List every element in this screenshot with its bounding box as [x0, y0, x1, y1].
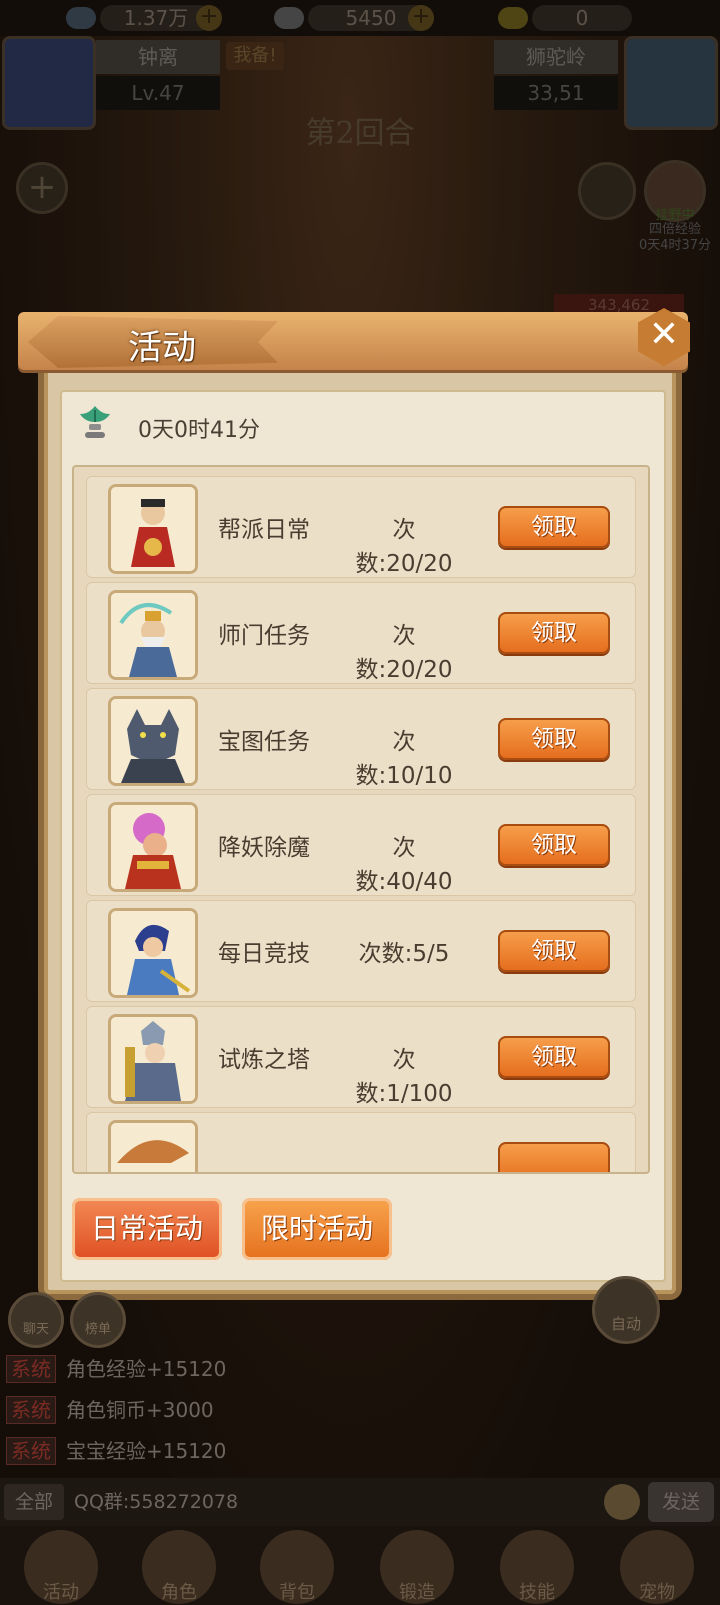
nav-character[interactable]: 角色 — [142, 1530, 216, 1604]
activity-count: 次数:10/10 — [355, 729, 453, 789]
warrior-avatar — [108, 908, 198, 998]
log-message: 宝宝经验+15120 — [66, 1439, 227, 1463]
log-message: 角色经验+15120 — [66, 1357, 227, 1381]
claim-button[interactable]: 领取 — [498, 1036, 610, 1078]
event-timer: 0天0时41分 — [138, 418, 260, 443]
claim-button[interactable]: 领取 — [498, 718, 610, 760]
close-icon: ✕ — [648, 314, 680, 355]
demon-avatar — [108, 802, 198, 892]
activity-row: 师门任务 次数:20/20 领取 — [86, 582, 636, 684]
activity-name: 每日竞技 — [218, 941, 310, 967]
panel-title: 活动 — [128, 328, 196, 368]
claim-button[interactable]: 领取 — [498, 506, 610, 548]
log-tag: 系统 — [6, 1396, 56, 1424]
log-line: 系统 宝宝经验+15120 — [0, 1432, 720, 1470]
tab-limited-activities[interactable]: 限时活动 — [242, 1198, 392, 1260]
chat-bar: 全部 QQ群:558272078 发送 — [0, 1478, 720, 1526]
log-tag: 系统 — [6, 1355, 56, 1383]
claim-button[interactable]: 领取 — [498, 824, 610, 866]
activity-list[interactable]: 帮派日常 次数:20/20 领取 师门任务 次数:20/20 领取 宝图任务 次… — [72, 465, 650, 1174]
rank-button[interactable]: 榜单 — [70, 1292, 126, 1348]
nav-label: 锻造 — [399, 1582, 435, 1603]
activity-name: 帮派日常 — [218, 517, 310, 543]
activity-row: 降妖除魔 次数:40/40 领取 — [86, 794, 636, 896]
nav-activity[interactable]: 活动 — [24, 1530, 98, 1604]
nav-pet[interactable]: 宠物 — [620, 1530, 694, 1604]
nav-forge[interactable]: 锻造 — [380, 1530, 454, 1604]
claim-button[interactable]: 领取 — [498, 612, 610, 654]
activity-name: 降妖除魔 — [218, 835, 310, 861]
chat-button[interactable]: 聊天 — [8, 1292, 64, 1348]
log-message: 角色铜币+3000 — [66, 1398, 214, 1422]
nav-label: 技能 — [519, 1582, 555, 1603]
dragon-avatar — [108, 1120, 198, 1172]
nav-skills[interactable]: 技能 — [500, 1530, 574, 1604]
activity-name: 师门任务 — [218, 623, 310, 649]
claim-button[interactable]: 领取 — [498, 930, 610, 972]
panel-title-bar: 活动 — [18, 312, 688, 370]
activity-row: 宝图任务 次数:10/10 领取 — [86, 688, 636, 790]
nav-label: 角色 — [161, 1582, 197, 1603]
activity-count: 次数:1/100 — [355, 1047, 453, 1107]
chat-channel-select[interactable]: 全部 — [4, 1484, 64, 1520]
general-avatar — [108, 1014, 198, 1104]
activity-count: 次数:20/20 — [355, 623, 453, 683]
activity-row: 每日竞技 次数:5/5 领取 — [86, 900, 636, 1002]
activity-row: 试炼之塔 次数:1/100 领取 — [86, 1006, 636, 1108]
activity-row: 帮派日常 次数:20/20 领取 — [86, 476, 636, 578]
send-button[interactable]: 发送 — [648, 1482, 714, 1522]
activity-row-partial — [86, 1112, 636, 1172]
lotus-icon — [80, 406, 110, 438]
activity-count: 次数:5/5 — [358, 941, 450, 967]
nav-label: 背包 — [279, 1582, 315, 1603]
log-line: 系统 角色铜币+3000 — [0, 1391, 720, 1429]
auto-button[interactable]: 自动 — [592, 1276, 660, 1344]
claim-button[interactable] — [498, 1142, 610, 1172]
activity-count: 次数:40/40 — [355, 835, 453, 895]
sage-avatar — [108, 484, 198, 574]
log-line: 系统 角色经验+15120 — [0, 1350, 720, 1388]
nav-label: 活动 — [43, 1582, 79, 1603]
emoji-icon[interactable] — [604, 1484, 640, 1520]
chat-input[interactable]: QQ群:558272078 — [74, 1484, 594, 1520]
elder-avatar — [108, 590, 198, 680]
nav-bag[interactable]: 背包 — [260, 1530, 334, 1604]
nav-label: 宠物 — [639, 1582, 675, 1603]
activity-name: 宝图任务 — [218, 729, 310, 755]
log-tag: 系统 — [6, 1437, 56, 1465]
activity-name: 试炼之塔 — [218, 1047, 310, 1073]
tab-daily-activities[interactable]: 日常活动 — [72, 1198, 222, 1260]
bottom-nav — [0, 1526, 720, 1605]
wolf-avatar — [108, 696, 198, 786]
activity-count: 次数:20/20 — [355, 517, 453, 577]
